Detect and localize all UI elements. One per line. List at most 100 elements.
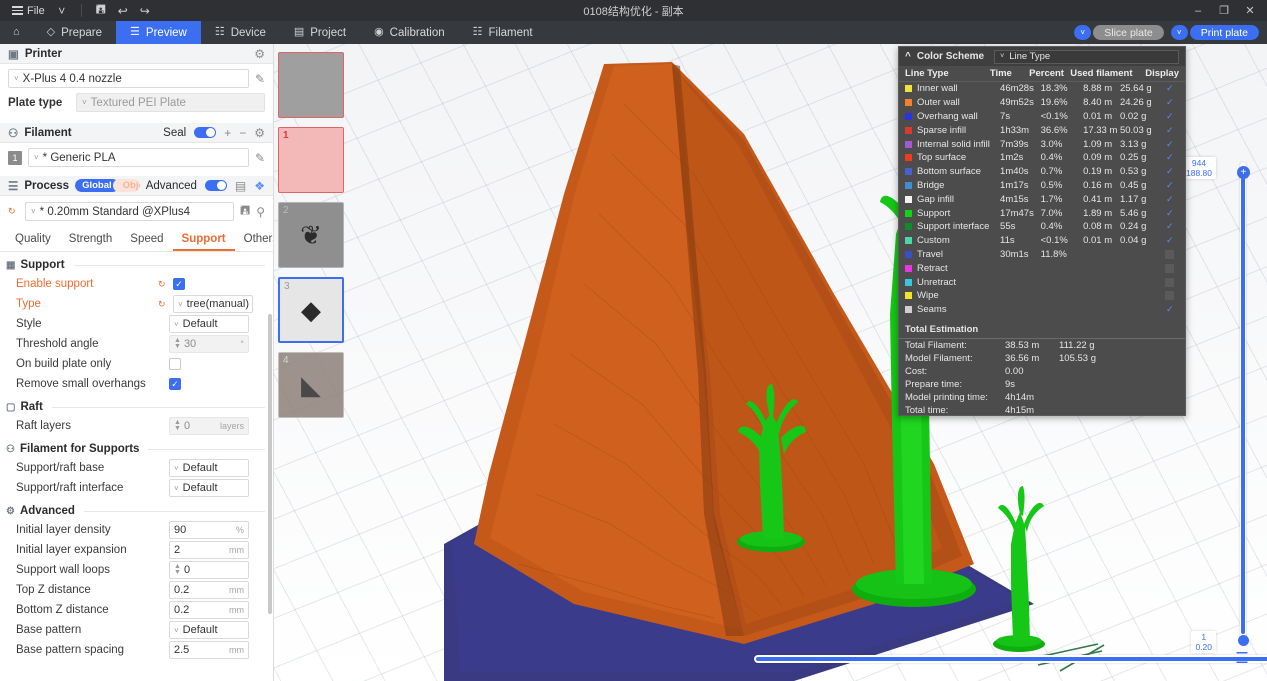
- tab-preview[interactable]: ☰ Preview: [116, 21, 201, 44]
- tab-device[interactable]: ☷ Device: [201, 21, 280, 44]
- support-raft-base-select[interactable]: ˅ Default: [169, 459, 249, 477]
- move-slider-horizontal[interactable]: 7: [754, 653, 1267, 665]
- process-preset-select[interactable]: ˅ * 0.20mm Standard @XPlus4: [25, 202, 234, 221]
- legend-display-toggle[interactable]: ✓: [1161, 153, 1179, 162]
- tab-speed[interactable]: Speed: [121, 231, 172, 251]
- tab-strength[interactable]: Strength: [60, 231, 121, 251]
- support-style-select[interactable]: ˅ Default: [169, 315, 249, 333]
- layer-slider-vertical[interactable]: + 944 188.80 1 0.20: [1238, 162, 1248, 644]
- legend-display-toggle[interactable]: ✓: [1161, 222, 1179, 231]
- tab-prepare-label: Prepare: [61, 27, 102, 39]
- tab-support[interactable]: Support: [173, 231, 235, 251]
- legend-display-toggle[interactable]: ✓: [1161, 126, 1179, 135]
- legend-display-toggle[interactable]: ✓: [1161, 181, 1179, 190]
- undo-icon[interactable]: ↩: [112, 4, 134, 18]
- legend-display-toggle[interactable]: ✓: [1161, 98, 1179, 107]
- legend-display-toggle[interactable]: ✓: [1161, 140, 1179, 149]
- unchecked-box-icon: [1165, 264, 1174, 273]
- tab-home[interactable]: ⌂: [0, 21, 33, 44]
- layer-slider-top-handle[interactable]: +: [1237, 166, 1250, 179]
- slice-plate-dropdown-icon[interactable]: ˅: [1074, 25, 1091, 40]
- print-plate-dropdown-icon[interactable]: ˅: [1171, 25, 1188, 40]
- plate-thumbnail-1[interactable]: 1: [278, 127, 344, 193]
- printer-settings-gear-icon[interactable]: ⚙: [254, 47, 265, 61]
- base-pattern-spacing-input[interactable]: 2.5 mm: [169, 641, 249, 659]
- threshold-angle-spinner[interactable]: ▲▼ 30 °: [169, 335, 249, 353]
- total-row: Cost:0.00: [899, 365, 1185, 378]
- filament-settings-gear-icon[interactable]: ⚙: [254, 126, 265, 140]
- printer-edit-icon[interactable]: ✎: [255, 72, 265, 86]
- raft-layers-spinner[interactable]: ▲▼ 0 layers: [169, 417, 249, 435]
- plate-thumbnail-2[interactable]: 2 ❦: [278, 202, 344, 268]
- plate-thumbnail-3[interactable]: 3 ◆: [278, 277, 344, 343]
- layers-toggle-icon[interactable]: ☰: [1231, 647, 1253, 669]
- save-icon[interactable]: 🖪: [90, 0, 112, 21]
- file-menu-button[interactable]: File: [6, 3, 51, 19]
- legend-display-toggle[interactable]: [1161, 264, 1179, 273]
- seal-toggle[interactable]: [194, 127, 216, 138]
- hamburger-icon: [12, 6, 23, 15]
- legend-display-toggle[interactable]: [1161, 291, 1179, 300]
- process-list-icon[interactable]: ▤: [235, 179, 246, 193]
- check-icon: ✓: [1165, 222, 1174, 231]
- minimize-icon[interactable]: –: [1185, 0, 1211, 21]
- support-wall-loops-spinner[interactable]: ▲▼ 0: [169, 561, 249, 579]
- top-z-distance-input[interactable]: 0.2 mm: [169, 581, 249, 599]
- legend-display-toggle[interactable]: [1161, 278, 1179, 287]
- initial-layer-expansion-input[interactable]: 2 mm: [169, 541, 249, 559]
- enable-support-label: Enable support: [16, 278, 158, 290]
- process-scope-toggle[interactable]: Global Objects: [75, 179, 140, 192]
- maximize-icon[interactable]: ❐: [1211, 0, 1237, 21]
- process-compare-icon[interactable]: ❖: [254, 179, 265, 193]
- color-scheme-mode-select[interactable]: ˅ Line Type: [994, 50, 1179, 64]
- legend-display-toggle[interactable]: [1161, 250, 1179, 259]
- search-icon[interactable]: ⚲: [256, 205, 265, 219]
- legend-display-toggle[interactable]: ✓: [1161, 167, 1179, 176]
- tab-filament[interactable]: ☷ Filament: [459, 21, 547, 44]
- chevron-down-icon[interactable]: ˅: [51, 4, 73, 18]
- tab-calibration[interactable]: ◉ Calibration: [360, 21, 459, 44]
- filament-edit-icon[interactable]: ✎: [255, 151, 265, 165]
- scope-objects[interactable]: Objects: [113, 179, 140, 192]
- close-icon[interactable]: ✕: [1237, 0, 1263, 21]
- add-filament-icon[interactable]: +: [224, 126, 231, 140]
- base-pattern-select[interactable]: ˅ Default: [169, 621, 249, 639]
- support-type-reset-icon[interactable]: ↻: [158, 299, 169, 310]
- initial-layer-density-input[interactable]: 90 %: [169, 521, 249, 539]
- printer-model-select[interactable]: ˅ X-Plus 4 0.4 nozzle: [8, 69, 249, 88]
- legend-display-toggle[interactable]: ✓: [1161, 84, 1179, 93]
- sidebar-scrollbar[interactable]: [268, 314, 272, 614]
- support-type-select[interactable]: ˅ tree(manual): [173, 295, 253, 313]
- advanced-toggle[interactable]: [205, 180, 227, 191]
- legend-display-toggle[interactable]: ✓: [1161, 236, 1179, 245]
- plate-thumbnail-4[interactable]: 4 ◣: [278, 352, 344, 418]
- enable-support-checkbox[interactable]: ✓: [173, 278, 185, 290]
- plate-thumbnail-0[interactable]: [278, 52, 344, 118]
- legend-display-toggle[interactable]: ✓: [1161, 112, 1179, 121]
- collapse-chevron-icon[interactable]: ^: [905, 51, 911, 62]
- plate-type-select[interactable]: ˅ Textured PEI Plate: [76, 93, 265, 112]
- remove-filament-icon[interactable]: −: [239, 126, 246, 140]
- tab-prepare[interactable]: ◇ Prepare: [33, 21, 116, 44]
- enable-support-reset-icon[interactable]: ↻: [158, 279, 169, 290]
- layer-slider-top-label: 944 188.80: [1182, 157, 1216, 179]
- on-build-plate-only-checkbox[interactable]: [169, 358, 181, 370]
- legend-display-toggle[interactable]: ✓: [1161, 195, 1179, 204]
- process-save-icon[interactable]: 🖪: [240, 201, 250, 222]
- redo-icon[interactable]: ↪: [134, 4, 156, 18]
- legend-display-toggle[interactable]: ✓: [1161, 209, 1179, 218]
- legend-length: 8.40 m: [1083, 97, 1120, 108]
- tab-others[interactable]: Others: [235, 231, 274, 251]
- remove-small-overhangs-checkbox[interactable]: ✓: [169, 378, 181, 390]
- tab-quality[interactable]: Quality: [6, 231, 60, 251]
- print-plate-button[interactable]: ˅ Print plate: [1171, 25, 1259, 40]
- support-raft-interface-select[interactable]: ˅ Default: [169, 479, 249, 497]
- slice-plate-button[interactable]: ˅ Slice plate: [1074, 25, 1163, 40]
- layer-slider-bottom-handle[interactable]: [1238, 635, 1249, 646]
- bottom-z-distance-value: 0.2: [174, 604, 189, 616]
- process-reset-icon[interactable]: ↻: [8, 206, 19, 217]
- filament-select[interactable]: ˅ * Generic PLA: [28, 148, 249, 167]
- bottom-z-distance-input[interactable]: 0.2 mm: [169, 601, 249, 619]
- legend-display-toggle[interactable]: ✓: [1161, 305, 1179, 314]
- tab-project[interactable]: ▤ Project: [280, 21, 360, 44]
